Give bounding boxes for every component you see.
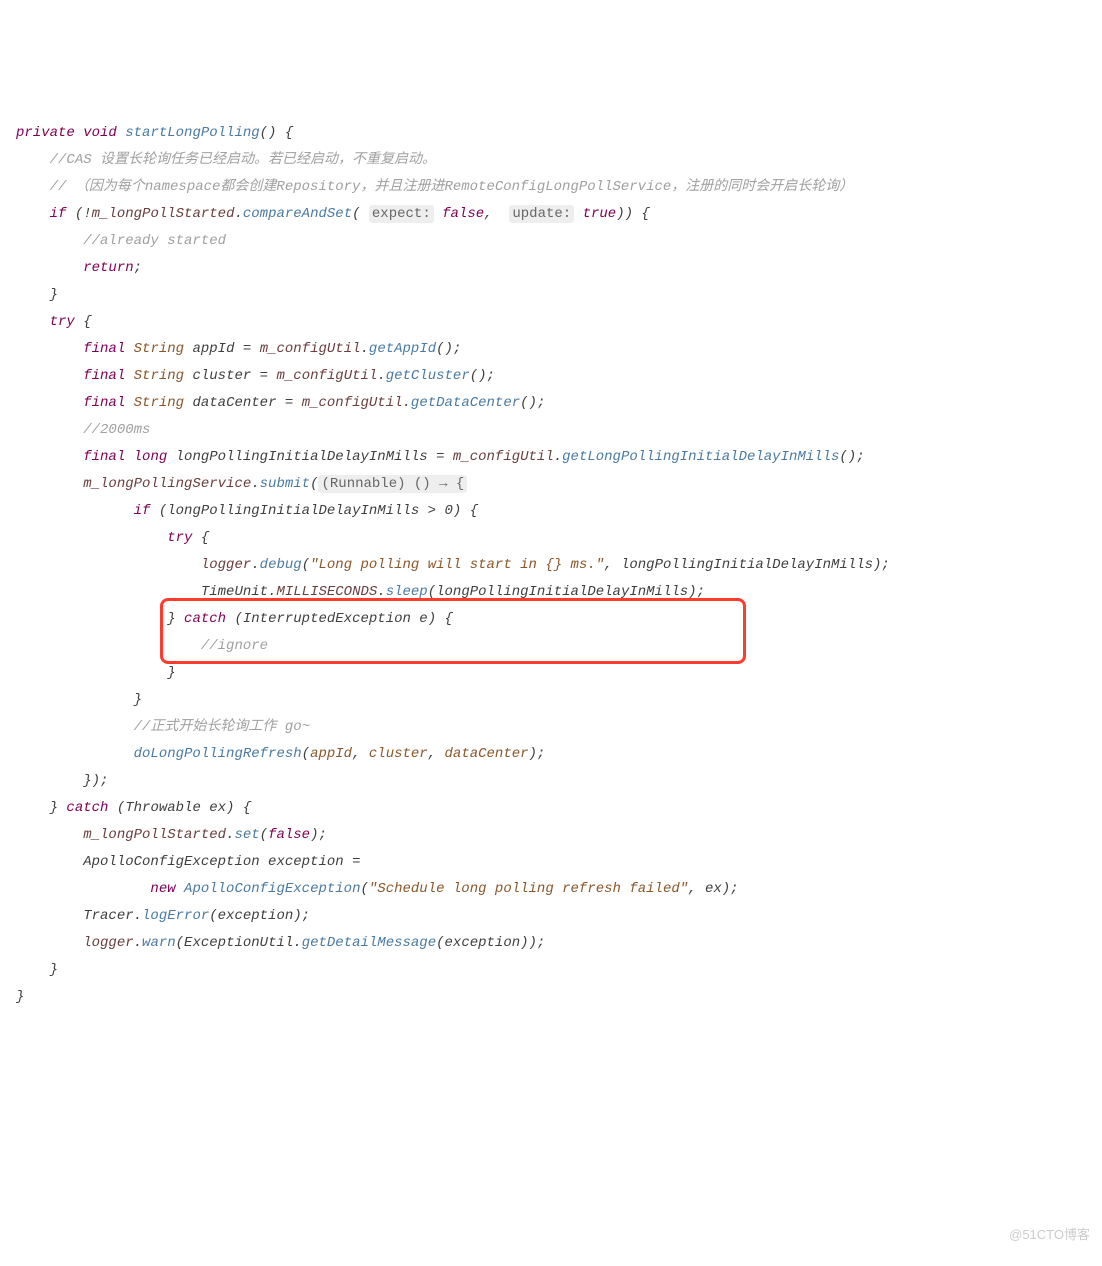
comment: //already started [83,233,226,249]
keyword-try: try [50,314,75,330]
comment: //ignore [201,638,268,654]
comment: //2000ms [83,422,150,438]
lambda-cast: (Runnable) () → { [318,475,467,493]
watermark: @51CTO博客 [1009,1221,1090,1248]
comment: // （因为每个namespace都会创建Repository，并且注册进Rem… [50,179,854,195]
keyword-private: private [16,125,75,141]
string-literal: "Schedule long polling refresh failed" [369,881,688,897]
param-hint: update: [509,205,574,223]
comment: //CAS 设置长轮询任务已经启动。若已经启动，不重复启动。 [50,152,436,168]
code-block: private void startLongPolling() { //CAS … [16,120,1086,1011]
enum-const: MILLISECONDS [276,584,377,600]
method-call: doLongPollingRefresh [134,746,302,762]
logger-ref: logger [201,557,251,573]
type: String [134,341,184,357]
comment: //正式开始长轮询工作 go~ [134,719,310,735]
var-decl: ApolloConfigException exception = [83,854,360,870]
keyword-if: if [50,206,67,222]
method-name: startLongPolling [125,125,259,141]
keyword-void: void [83,125,117,141]
method-call: compareAndSet [243,206,352,222]
param-hint: expect: [369,205,434,223]
string-literal: "Long polling will start in {} ms." [310,557,604,573]
field-ref: m_longPollStarted [92,206,235,222]
keyword-return: return [83,260,133,276]
